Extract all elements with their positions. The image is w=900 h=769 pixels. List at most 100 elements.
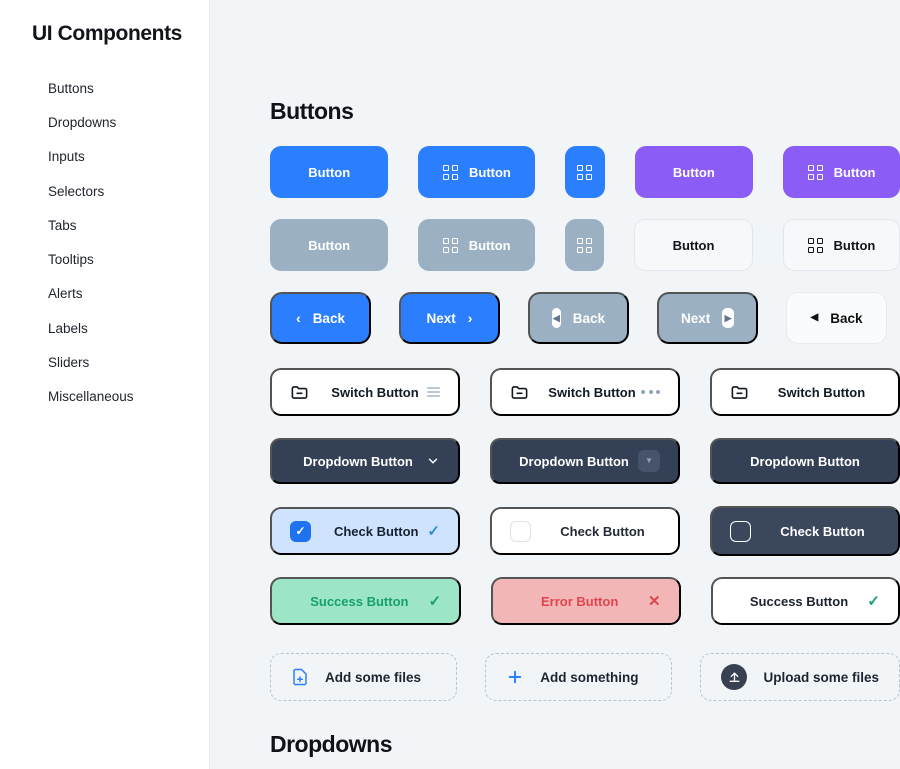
back-button-primary-label: Back — [312, 310, 345, 326]
secondary-button-label: Button — [672, 164, 715, 180]
sidebar: UI Components Buttons Dropdowns Inputs S… — [0, 0, 210, 769]
sidebar-item-tabs[interactable]: Tabs — [0, 209, 209, 243]
check-button-unchecked-label: Check Button — [560, 523, 645, 539]
chevron-left-icon: ‹ — [296, 310, 301, 326]
outline-button-label: Button — [672, 237, 715, 253]
grid-icon — [577, 237, 593, 253]
secondary-icon-button-label: Button — [833, 164, 876, 180]
upload-files-button-label: Upload some files — [763, 669, 879, 685]
switch-button-1-label: Switch Button — [331, 384, 419, 400]
switch-button-3-label: Switch Button — [777, 384, 866, 400]
primary-button-label: Button — [308, 164, 351, 180]
hamburger-icon[interactable] — [427, 386, 440, 398]
check-button-checked[interactable]: ✓ Check Button ✓ — [270, 507, 460, 555]
dropdown-button-3[interactable]: Dropdown Button — [710, 438, 900, 484]
success-button[interactable]: Success Button ✓ — [270, 577, 462, 625]
main-content: Buttons Button Button Button Button Butt… — [210, 0, 900, 769]
add-something-button[interactable]: Add something — [485, 653, 673, 701]
checkbox-icon[interactable] — [730, 520, 751, 542]
add-files-button[interactable]: Add some files — [270, 653, 458, 701]
sidebar-item-dropdowns[interactable]: Dropdowns — [0, 106, 209, 140]
dropdown-button-1[interactable]: Dropdown Button — [270, 438, 460, 484]
section-heading-buttons: Buttons — [270, 98, 354, 124]
primary-button[interactable]: Button — [270, 146, 389, 198]
sidebar-item-miscellaneous[interactable]: Miscellaneous — [0, 380, 209, 414]
sidebar-nav: Buttons Dropdowns Inputs Selectors Tabs … — [0, 72, 209, 414]
back-button-light[interactable]: ◀ Back — [786, 292, 887, 344]
next-button-primary-label: Next — [426, 310, 456, 326]
button-row-switch: Switch Button Switch Button Switch Butto… — [270, 368, 900, 416]
disabled-button[interactable]: Button — [270, 219, 389, 271]
switch-button-2[interactable]: Switch Button — [490, 368, 680, 416]
chevron-down-icon — [428, 458, 438, 464]
secondary-button[interactable]: Button — [634, 146, 754, 198]
disabled-icon-button[interactable]: Button — [418, 219, 535, 271]
switch-button-1[interactable]: Switch Button — [270, 368, 460, 416]
check-button-dark-label: Check Button — [780, 523, 865, 539]
upload-icon — [729, 672, 740, 682]
back-button-disabled-label: Back — [572, 310, 605, 326]
chevron-right-icon: › — [467, 310, 473, 326]
check-icon: ✓ — [428, 593, 442, 610]
success-button-light-label: Success Button — [749, 593, 849, 609]
checkbox-icon[interactable] — [510, 520, 531, 542]
dropdown-button-3-label: Dropdown Button — [750, 453, 860, 469]
plus-icon — [509, 670, 522, 684]
grid-icon — [807, 237, 823, 253]
folder-minus-icon — [291, 385, 308, 399]
disabled-square-icon-button[interactable] — [565, 219, 605, 271]
error-button[interactable]: Error Button ✕ — [491, 577, 681, 625]
sidebar-item-buttons[interactable]: Buttons — [0, 72, 209, 106]
check-icon: ✓ — [427, 523, 440, 540]
button-row-navigation: ‹ Back Next › ◀ Back Next ▶ ◀ Back — [270, 292, 900, 344]
folder-minus-icon — [511, 385, 528, 399]
sidebar-item-selectors[interactable]: Selectors — [0, 175, 209, 209]
grid-icon — [577, 164, 593, 180]
next-button-disabled-label: Next — [681, 310, 711, 326]
button-row-upload: Add some files Add something Upload some… — [270, 653, 900, 701]
close-icon: ✕ — [648, 593, 661, 610]
secondary-icon-button[interactable]: Button — [783, 146, 900, 198]
add-files-button-label: Add some files — [325, 669, 422, 685]
outline-button[interactable]: Button — [634, 219, 753, 271]
primary-icon-button[interactable]: Button — [418, 146, 536, 198]
upload-files-button[interactable]: Upload some files — [700, 653, 900, 701]
sidebar-item-alerts[interactable]: Alerts — [0, 277, 209, 311]
next-button-primary[interactable]: Next › — [399, 292, 500, 344]
ellipsis-icon[interactable] — [641, 390, 660, 394]
button-row-status: Success Button ✓ Error Button ✕ Success … — [270, 577, 900, 625]
sidebar-item-inputs[interactable]: Inputs — [0, 140, 209, 174]
success-button-light[interactable]: Success Button ✓ — [710, 577, 900, 625]
grid-icon — [442, 237, 458, 253]
check-button-checked-label: Check Button — [333, 523, 419, 539]
dropdown-button-2[interactable]: Dropdown Button ▼ — [490, 438, 680, 484]
check-button-dark[interactable]: Check Button — [710, 506, 900, 556]
sidebar-item-tooltips[interactable]: Tooltips — [0, 243, 209, 277]
section-heading-dropdowns: Dropdowns — [270, 731, 393, 757]
button-row-dropdown: Dropdown Button Dropdown Button ▼ Dropdo… — [270, 438, 900, 484]
grid-icon — [442, 164, 458, 180]
next-button-disabled[interactable]: Next ▶ — [657, 292, 758, 344]
switch-button-2-label: Switch Button — [548, 384, 636, 400]
back-button-primary[interactable]: ‹ Back — [270, 292, 371, 344]
error-button-label: Error Button — [541, 593, 619, 609]
back-button-disabled[interactable]: ◀ Back — [528, 292, 629, 344]
sidebar-item-sliders[interactable]: Sliders — [0, 346, 209, 380]
dropdown-button-2-label: Dropdown Button — [519, 453, 629, 469]
sidebar-item-labels[interactable]: Labels — [0, 312, 209, 346]
caret-down-icon[interactable]: ▼ — [638, 450, 660, 472]
add-something-button-label: Add something — [540, 669, 639, 685]
primary-square-icon-button[interactable] — [565, 146, 605, 198]
upload-circle-icon — [721, 664, 748, 690]
back-button-light-label: Back — [830, 310, 863, 326]
checkbox-icon[interactable]: ✓ — [290, 520, 311, 542]
disabled-button-label: Button — [308, 237, 351, 253]
check-button-unchecked[interactable]: Check Button — [490, 507, 680, 555]
switch-button-3[interactable]: Switch Button — [710, 368, 900, 416]
button-row-primary: Button Button Button Button — [270, 146, 900, 198]
triangle-left-icon: ◀ — [810, 312, 819, 323]
outline-icon-button[interactable]: Button — [782, 219, 900, 271]
triangle-right-icon: ▶ — [722, 308, 734, 328]
grid-icon — [807, 164, 823, 180]
primary-icon-button-label: Button — [468, 164, 511, 180]
